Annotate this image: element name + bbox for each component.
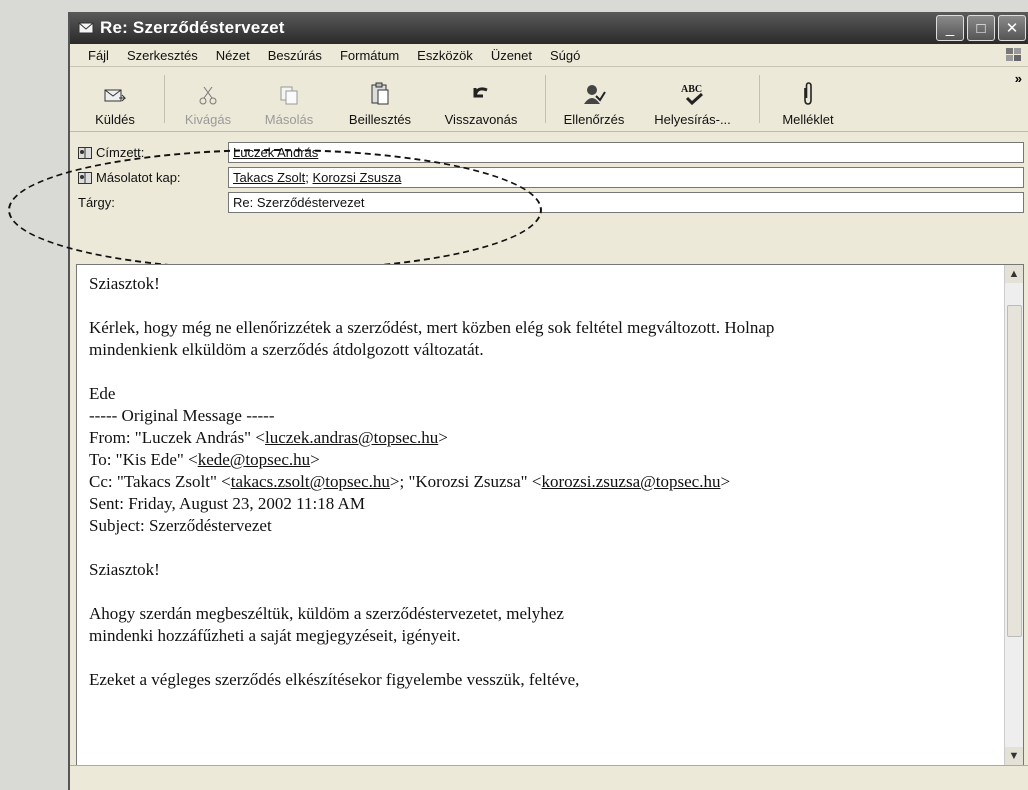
copy-button[interactable]: Másolás (249, 71, 329, 127)
cc-label-text: Másolatot kap: (96, 170, 181, 185)
check-names-icon (584, 85, 606, 104)
menu-message[interactable]: Üzenet (491, 48, 532, 63)
message-header: Címzett: Luczek András Másolatot kap: Ta… (70, 132, 1028, 215)
clipboard-icon (371, 82, 389, 105)
body-line: Ede (89, 384, 116, 403)
undo-label: Visszavonás (444, 112, 518, 127)
message-body[interactable]: Sziasztok! Kérlek, hogy még ne ellenőriz… (76, 264, 1024, 766)
cc-email-link-1[interactable]: takacs.zsolt@topsec.hu (231, 472, 390, 491)
message-window: Re: Szerződéstervezet _ □ ✕ Fájl Szerkes… (8, 12, 1028, 790)
scissors-icon (199, 86, 217, 105)
to-label-text: Címzett: (96, 145, 145, 160)
windows-logo-icon (1006, 48, 1021, 61)
cut-button[interactable]: Kivágás (173, 71, 243, 127)
menu-bar: Fájl Szerkesztés Nézet Beszúrás Formátum… (70, 44, 1028, 67)
menu-file[interactable]: Fájl (88, 48, 109, 63)
cc-recipient-2[interactable]: Korozsi Zsusza (313, 170, 402, 185)
to-field[interactable]: Luczek András (228, 142, 1024, 163)
paperclip-icon (804, 82, 812, 105)
body-line: ----- Original Message ----- (89, 406, 275, 425)
maximize-icon: □ (976, 19, 986, 37)
menu-help[interactable]: Súgó (550, 48, 580, 63)
toolbar-separator (759, 75, 760, 123)
to-line: To: "Kis Ede" <kede@topsec.hu> (89, 450, 320, 469)
check-names-button[interactable]: Ellenőrzés (554, 71, 634, 127)
subject-field[interactable]: Re: Szerződéstervezet (228, 192, 1024, 213)
copy-label: Másolás (264, 112, 314, 127)
svg-text:ABC: ABC (681, 84, 702, 95)
status-bar (70, 765, 1028, 790)
send-icon (104, 89, 127, 102)
subject-label: Tárgy: (78, 195, 115, 210)
copy-icon (280, 86, 298, 105)
menu-tools[interactable]: Eszközök (417, 48, 473, 63)
address-book-icon (78, 146, 92, 159)
from-email-link[interactable]: luczek.andras@topsec.hu (265, 428, 438, 447)
toolbar: Küldés Kivágás Másolás Beillesztés Vissz… (70, 67, 1028, 132)
cc-email-link-2[interactable]: korozsi.zsuzsa@topsec.hu (541, 472, 720, 491)
close-icon: ✕ (1005, 20, 1019, 37)
paste-button[interactable]: Beillesztés (335, 71, 425, 127)
attach-button[interactable]: Melléklet (768, 71, 848, 127)
toolbar-separator (164, 75, 165, 123)
sent-line: Sent: Friday, August 23, 2002 11:18 AM (89, 494, 365, 513)
cc-line: Cc: "Takacs Zsolt" <takacs.zsolt@topsec.… (89, 472, 731, 491)
menu-view[interactable]: Nézet (216, 48, 250, 63)
scroll-down-arrow-icon[interactable]: ▼ (1005, 747, 1023, 765)
subject-row: Tárgy: Re: Szerződéstervezet (70, 190, 1028, 215)
spelling-button[interactable]: ABC Helyesírás-... (640, 71, 745, 127)
to-recipient[interactable]: Luczek András (233, 145, 318, 160)
spelling-label: Helyesírás-... (654, 112, 731, 127)
maximize-button[interactable]: □ (967, 15, 995, 41)
menu-insert[interactable]: Beszúrás (268, 48, 322, 63)
vertical-scrollbar[interactable]: ▲ ▼ (1004, 265, 1023, 765)
spelling-icon: ABC (681, 84, 703, 106)
body-line: Ahogy szerdán megbeszéltük, küldöm a sze… (89, 604, 564, 623)
subject-line: Subject: Szerződéstervezet (89, 516, 272, 535)
address-book-icon (78, 171, 92, 184)
minimize-button[interactable]: _ (936, 15, 964, 41)
check-names-label: Ellenőrzés (563, 112, 625, 127)
attach-label: Melléklet (782, 112, 834, 127)
window-title: Re: Szerződéstervezet (100, 18, 285, 37)
to-row: Címzett: Luczek András (70, 140, 1028, 165)
send-button[interactable]: Küldés (80, 71, 150, 127)
scroll-up-arrow-icon[interactable]: ▲ (1005, 265, 1023, 283)
cc-separator: ; (305, 170, 309, 185)
from-line: From: "Luczek András" <luczek.andras@top… (89, 428, 448, 447)
paste-label: Beillesztés (348, 112, 412, 127)
scroll-thumb[interactable] (1007, 305, 1022, 637)
body-line: mindenkienk elküldöm a szerződés átdolgo… (89, 340, 484, 359)
close-button[interactable]: ✕ (998, 15, 1026, 41)
title-bar: Re: Szerződéstervezet _ □ ✕ (70, 12, 1028, 44)
to-label[interactable]: Címzett: (70, 145, 228, 160)
toolbar-overflow-chevron-icon[interactable]: » (1015, 71, 1022, 86)
send-label: Küldés (95, 112, 135, 127)
menu-edit[interactable]: Szerkesztés (127, 48, 198, 63)
envelope-icon (78, 22, 94, 34)
body-line: Ezeket a végleges szerződés elkészítések… (89, 670, 580, 689)
cc-field[interactable]: Takacs Zsolt ; Korozsi Zsusza (228, 167, 1024, 188)
body-line: Sziasztok! (89, 560, 160, 579)
undo-button[interactable]: Visszavonás (431, 71, 531, 127)
cc-recipient-1[interactable]: Takacs Zsolt (233, 170, 305, 185)
minimize-icon: _ (945, 19, 955, 37)
cc-label[interactable]: Másolatot kap: (70, 170, 228, 185)
cut-label: Kivágás (184, 112, 232, 127)
cc-row: Másolatot kap: Takacs Zsolt ; Korozsi Zs… (70, 165, 1028, 190)
toolbar-separator (545, 75, 546, 123)
body-line: Kérlek, hogy még ne ellenőrizzétek a sze… (89, 318, 775, 337)
to-email-link[interactable]: kede@topsec.hu (198, 450, 310, 469)
undo-icon (473, 87, 488, 98)
body-line: Sziasztok! (89, 274, 160, 293)
body-line: mindenki hozzáfűzheti a saját megjegyzés… (89, 626, 461, 645)
menu-format[interactable]: Formátum (340, 48, 399, 63)
